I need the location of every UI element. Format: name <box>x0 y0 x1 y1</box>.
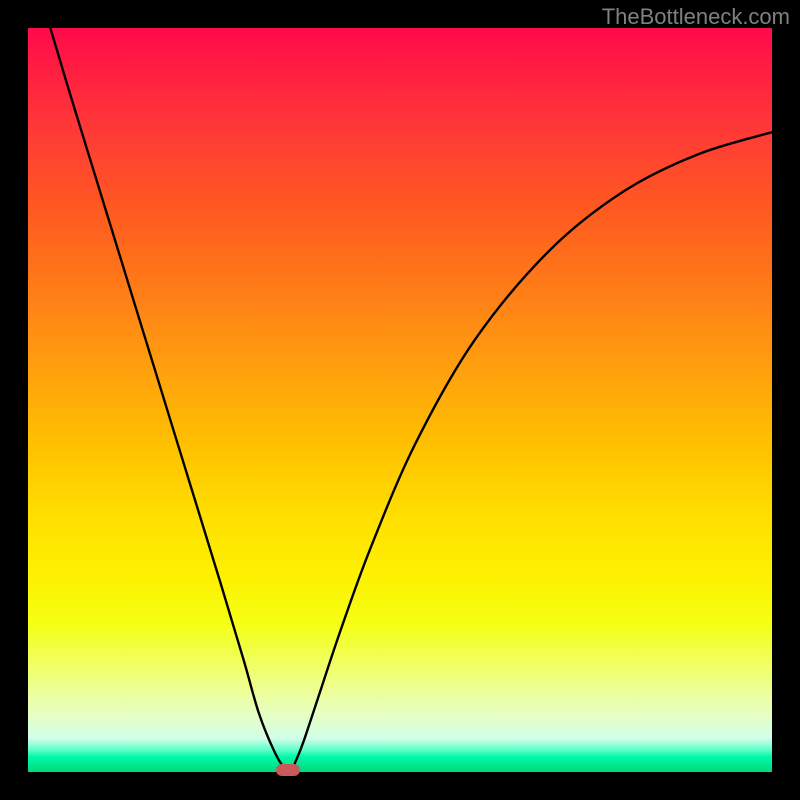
curve-svg <box>28 28 772 772</box>
min-marker <box>276 764 300 776</box>
bottleneck-curve <box>50 28 772 770</box>
plot-area <box>28 28 772 772</box>
watermark-text: TheBottleneck.com <box>602 4 790 30</box>
